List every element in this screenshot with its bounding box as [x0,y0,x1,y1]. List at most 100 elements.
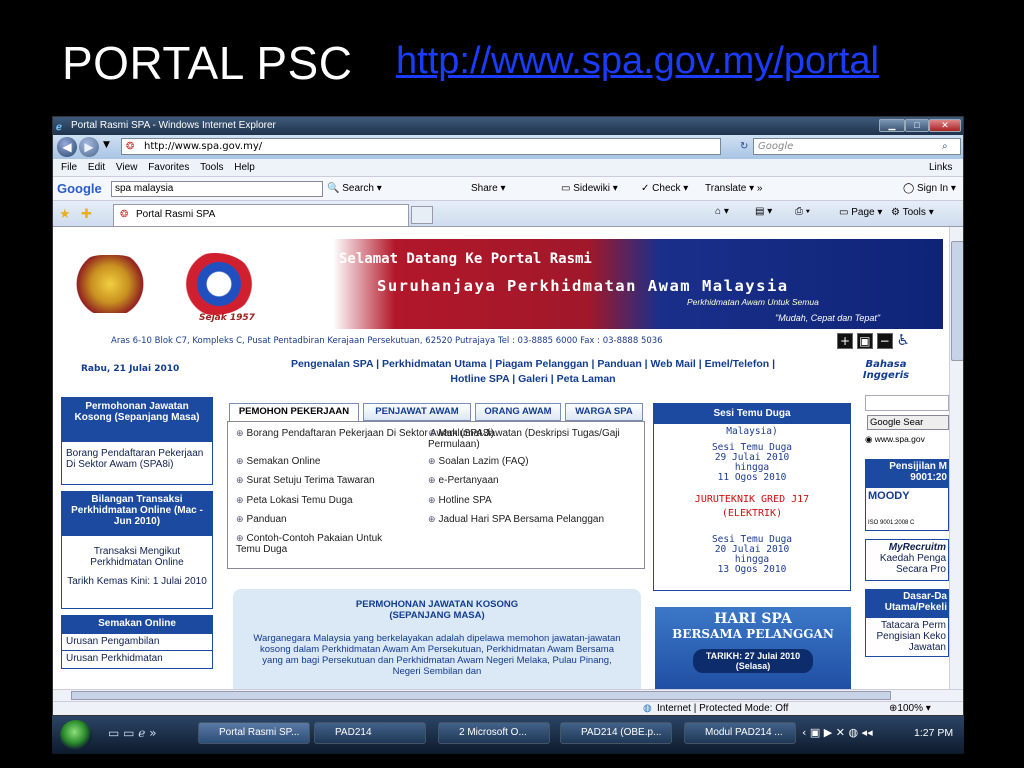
nav-hotline[interactable]: Hotline SPA [450,373,509,385]
nav-piagam[interactable]: Piagam Pelanggan [495,358,588,370]
link-pakaian[interactable]: Contoh-Contoh Pakaian Untuk Temu Duga [236,533,386,555]
search-icon[interactable]: ⌕ [942,139,948,154]
close-button[interactable]: ✕ [929,119,961,132]
sidewiki-button[interactable]: ▭ Sidewiki ▾ [561,177,618,201]
tray-icons[interactable]: ‹ ▣ ▶ ✕ ◍ ◂◂ [802,726,873,739]
menu-edit[interactable]: Edit [88,162,105,173]
link-peta[interactable]: Peta Lokasi Temu Duga [236,495,353,506]
sesi-header: Sesi Temu Duga [654,404,850,424]
status-bar: ◍ Internet | Protected Mode: Off ⊕100% ▾ [53,701,963,715]
font-increase-icon[interactable]: + [837,333,853,349]
google-query-input[interactable]: spa malaysia [111,181,323,197]
favorites-star-icon[interactable]: ★ [59,206,71,222]
forward-icon[interactable]: ▶ [79,137,99,157]
nav-panduan[interactable]: Panduan [597,358,641,370]
sesi-job[interactable]: JURUTEKNIK GRED J17 (ELEKTRIK) [654,493,850,521]
cert-header: Pensijilan M 9001:20 [865,459,949,487]
add-favorites-icon[interactable]: ✚ [81,206,92,222]
menu-file[interactable]: File [61,162,77,173]
language-link[interactable]: Bahasa Inggeris [861,359,911,381]
page-menu[interactable]: ▭ Page ▾ [839,207,882,218]
link-maklumat[interactable]: Maklumat Jawatan (Deskripsi Tugas/Gaji P… [428,428,638,450]
link-semakan[interactable]: Semakan Online [236,456,321,467]
start-button[interactable] [60,720,92,750]
print-icon[interactable]: ⎙ ▾ [795,206,810,217]
banner-welcome: Selamat Datang Ke Portal Rasmi [339,251,592,267]
signin-button[interactable]: ◯ Sign In ▾ [903,177,956,201]
link-epertanyaan[interactable]: e-Pertanyaan [428,475,499,486]
link-hotline[interactable]: Hotline SPA [428,495,492,506]
share-button[interactable]: Share ▾ [471,177,506,201]
horizontal-scrollbar[interactable] [53,689,963,701]
dasar-body[interactable]: Tatacara Perm Pengisian Keko Jawatan [865,617,949,657]
feeds-icon[interactable]: ▤ ▾ [755,206,772,217]
scrollbar-thumb[interactable] [951,241,963,361]
link-jadual[interactable]: Jadual Hari SPA Bersama Pelanggan [428,514,604,525]
hari-spa-banner[interactable]: HARI SPA BERSAMA PELANGGAN TARIKH: 27 Ju… [655,607,851,697]
taskbar-item-pdf[interactable]: PAD214 (OBE.p... [560,722,672,744]
taskbar-item-modul[interactable]: Modul PAD214 ... [684,722,796,744]
tab-warga-spa[interactable]: WARGA SPA [565,403,643,421]
hari-spa-line2: BERSAMA PELANGGAN [672,627,834,641]
quicklaunch-icons[interactable]: ▭ ▭ ℯ » [108,726,157,740]
tab-portal-rasmi-spa[interactable]: ❂ Portal Rasmi SPA [113,204,409,226]
address-input[interactable]: ❂ http://www.spa.gov.my/ ↻ ✕ [121,138,770,155]
box-semakan-header: Semakan Online [61,615,213,633]
home-icon[interactable]: ⌂ ▾ [715,206,729,217]
semakan-item-perkhidmatan[interactable]: Urusan Perkhidmatan [61,651,213,669]
semakan-item-pengambilan[interactable]: Urusan Pengambilan [61,633,213,651]
minimize-button[interactable]: ▁ [879,119,905,132]
menu-tools[interactable]: Tools [200,162,223,173]
tools-menu[interactable]: ⚙ Tools ▾ [891,207,934,218]
search-site-option[interactable]: ◉ www.spa.gov [865,434,949,445]
new-tab-button[interactable] [411,206,433,224]
taskbar-item-ie[interactable]: Portal Rasmi SP... [198,722,310,744]
nav-galeri[interactable]: Galeri [518,373,548,385]
myrecruit-box[interactable]: MyRecruitm Kaedah Penga Secara Pro [865,539,949,581]
link-panduan[interactable]: Panduan [236,514,287,525]
maximize-button[interactable]: □ [905,119,929,132]
box-jawatan-link[interactable]: Borang Pendaftaran Pekerjaan Di Sektor A… [61,441,213,485]
accessibility-icon[interactable]: ♿ [896,331,909,349]
browser-window: ℯ Portal Rasmi SPA - Windows Internet Ex… [52,116,964,716]
search-input[interactable]: Google ⌕ [753,138,961,155]
nav-peta-laman[interactable]: Peta Laman [557,373,616,385]
menu-favorites[interactable]: Favorites [148,162,189,173]
vertical-scrollbar[interactable] [949,227,963,697]
google-logo: Google [57,181,102,196]
link-faq[interactable]: Soalan Lazim (FAQ) [428,456,529,467]
slide-url-link[interactable]: http://www.spa.gov.my/portal [396,40,879,83]
sesi-panel: Sesi Temu Duga Malaysia) Sesi Temu Duga 2… [653,403,851,591]
nav-webmail[interactable]: Web Mail [651,358,696,370]
translate-button[interactable]: Translate ▾ » [705,177,762,201]
font-normal-icon[interactable]: ▣ [856,333,873,349]
refresh-icon[interactable]: ↻ [740,139,748,154]
google-search-btn[interactable]: Google Sear [867,415,949,430]
tab-pemohon[interactable]: PEMOHON PEKERJAAN [229,403,359,421]
menu-view[interactable]: View [116,162,138,173]
links-label[interactable]: Links [929,159,952,177]
nav-pengenalan[interactable]: Pengenalan SPA [291,358,373,370]
sesi-2: Sesi Temu Duga 20 Julai 2010 hingga 13 Ogos… [711,534,793,575]
dropdown-icon[interactable]: ▼ [103,140,110,150]
tab-penjawat[interactable]: PENJAWAT AWAM [363,403,471,421]
nav-emel[interactable]: Emel/Telefon [705,358,770,370]
menu-help[interactable]: Help [234,162,255,173]
back-icon[interactable]: ◀ [57,137,77,157]
right-column: Google Sear ◉ www.spa.gov Pensijilan M 9… [865,395,949,657]
check-button[interactable]: ✓ Check ▾ [641,177,688,201]
taskbar-item-office[interactable]: 2 Microsoft O... [438,722,550,744]
transaksi-link[interactable]: Transaksi Mengikut Perkhidmatan Online [66,546,208,568]
taskbar-item-pad214[interactable]: PAD214 [314,722,426,744]
box-jawatan-header[interactable]: Permohonan Jawatan Kosong (Sepanjang Mas… [61,397,213,441]
h-scroll-thumb[interactable] [71,691,891,700]
nav-perkhidmatan[interactable]: Perkhidmatan Utama [382,358,486,370]
link-surat[interactable]: Surat Setuju Terima Tawaran [236,475,375,486]
tab-orang-awam[interactable]: ORANG AWAM [475,403,561,421]
zoom-level[interactable]: ⊕100% ▾ [889,702,931,715]
google-search-box[interactable] [865,395,949,411]
google-search-button[interactable]: 🔍 Search ▾ [327,177,382,201]
font-decrease-icon[interactable]: − [876,333,893,349]
window-title-bar: ℯ Portal Rasmi SPA - Windows Internet Ex… [53,117,963,135]
menu-bar: File Edit View Favorites Tools Help Link… [53,159,963,177]
